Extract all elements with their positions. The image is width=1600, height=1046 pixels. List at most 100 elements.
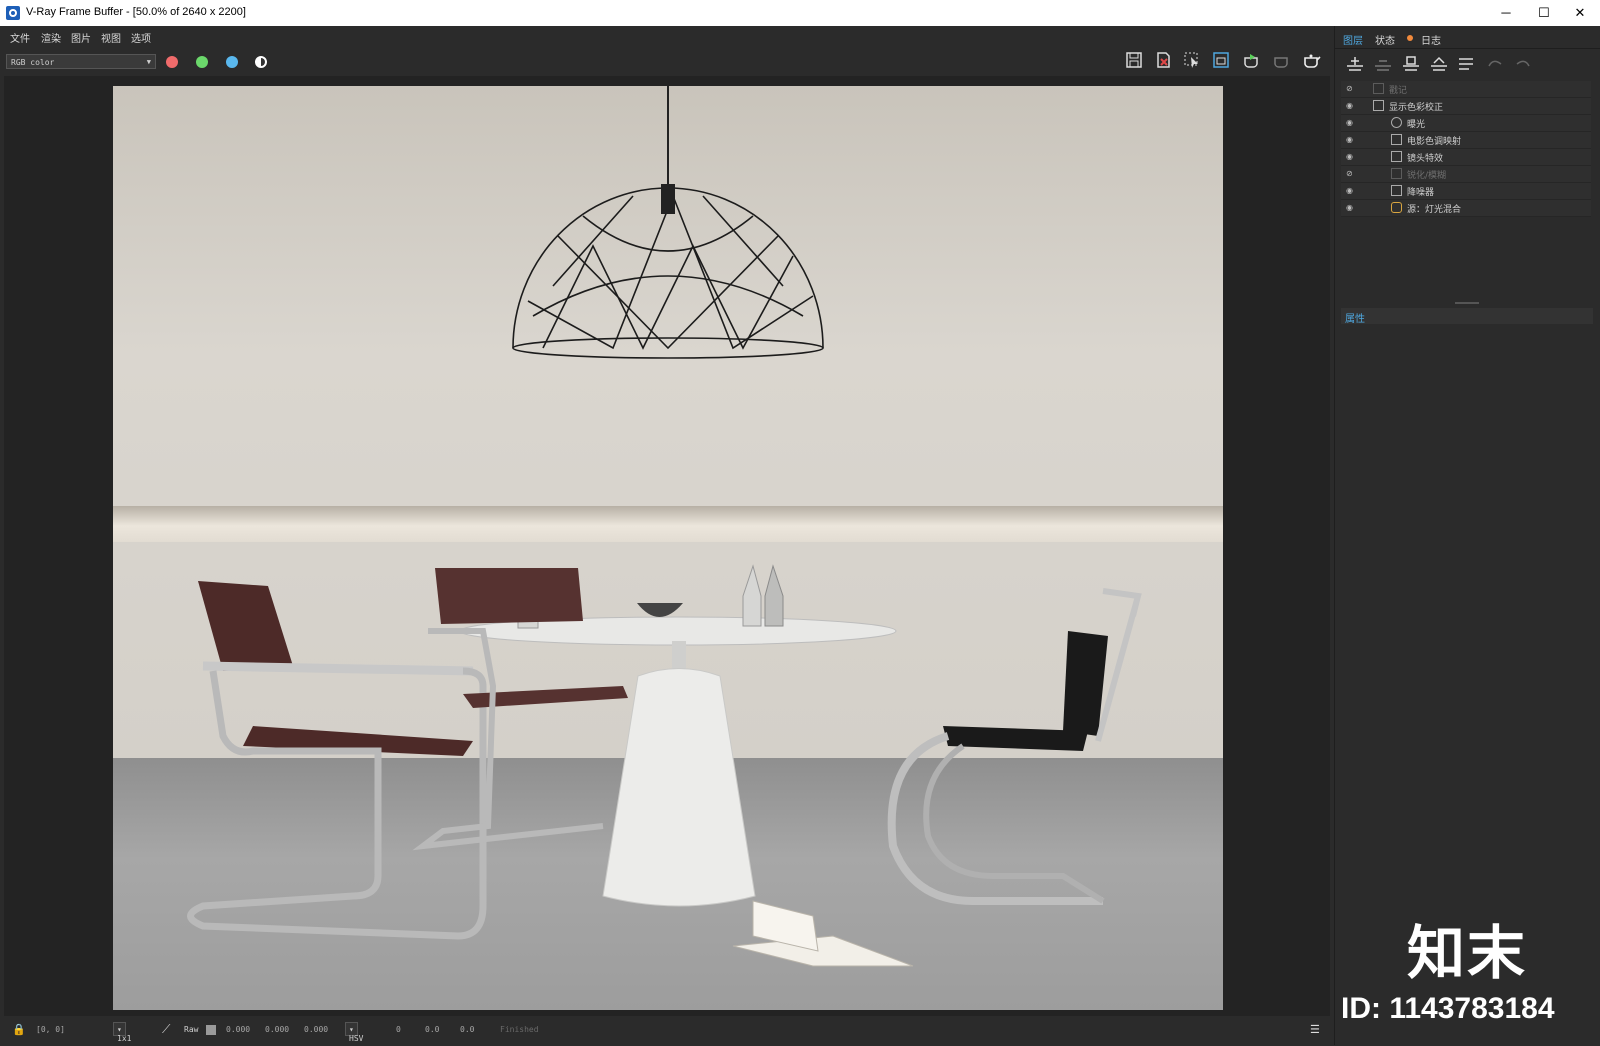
- value-r: 0.000: [226, 1025, 251, 1034]
- lock-icon[interactable]: 🔒: [12, 1023, 26, 1036]
- title-bar: V-Ray Frame Buffer - [50.0% of 2640 x 22…: [0, 0, 1600, 26]
- curve-pick-icon[interactable]: ⟋: [162, 1022, 170, 1037]
- teapot-play-icon: [1244, 54, 1258, 68]
- layer-label: 曝光: [1407, 120, 1426, 130]
- open-book: [732, 935, 914, 967]
- region-render-button[interactable]: [1209, 51, 1233, 73]
- blue-channel-toggle[interactable]: [226, 56, 238, 68]
- render-scene: [187, 86, 1142, 967]
- layer-row-denoiser[interactable]: ◉ 降噪器: [1341, 183, 1591, 200]
- lamp-socket: [661, 184, 675, 214]
- menu-bar: 文件 渲染 图片 视图 选项: [0, 26, 1330, 46]
- menu-options[interactable]: 选项: [131, 30, 151, 45]
- region-icon: [1213, 52, 1229, 68]
- layer-label: 镜头特效: [1407, 154, 1444, 164]
- sharpen-icon: [1391, 168, 1402, 179]
- clear-image-button[interactable]: [1151, 51, 1175, 73]
- layer-row-display-correction[interactable]: ◉ 显示色彩校正: [1341, 98, 1591, 115]
- eye-icon[interactable]: ◉: [1346, 118, 1353, 127]
- layer-row-lens-effects[interactable]: ◉ 镜头特效: [1341, 149, 1591, 166]
- color-mode-select[interactable]: HSV ▾: [345, 1022, 363, 1043]
- eye-icon[interactable]: ◉: [1346, 186, 1353, 195]
- load-layers-icon[interactable]: [1431, 56, 1447, 71]
- denoiser-icon: [1391, 185, 1402, 196]
- undo-icon[interactable]: [1488, 60, 1502, 67]
- layer-row-filmic-tonemap[interactable]: ◉ 电影色调映射: [1341, 132, 1591, 149]
- eye-icon[interactable]: ◉: [1346, 101, 1353, 110]
- layers-panel: 图层 状态 日志 ⊘ 戳记 ◉ 显示色彩校正 ◉ 曝光 ◉ 电影色调映射 ◉ 镜…: [1334, 26, 1600, 1045]
- tab-stats[interactable]: 状态: [1375, 32, 1395, 47]
- bookend-right: [764, 564, 784, 627]
- tab-log[interactable]: 日志: [1421, 32, 1441, 47]
- layer-label: 降噪器: [1407, 188, 1435, 198]
- curve-icon: [1373, 100, 1384, 111]
- hsv-v: 0.0: [460, 1025, 475, 1034]
- toolbar: RGB color ▼: [0, 48, 1330, 76]
- eye-icon[interactable]: ◉: [1346, 135, 1353, 144]
- stop-render-button[interactable]: [1270, 51, 1294, 73]
- channel-select-value: RGB color: [11, 58, 55, 67]
- render-status: Finished: [500, 1025, 539, 1034]
- status-bar: 🔒 [0, 0] 1x1 ▾ ⟋ Raw 0.000 0.000 0.000 H…: [0, 1016, 1330, 1045]
- redo-icon[interactable]: [1516, 60, 1530, 67]
- close-button[interactable]: ✕: [1560, 0, 1600, 26]
- menu-file[interactable]: 文件: [10, 30, 30, 45]
- render-interactive-button[interactable]: [1240, 51, 1264, 73]
- minimize-button[interactable]: ─: [1486, 0, 1526, 26]
- render-button[interactable]: [1300, 51, 1324, 73]
- eye-hidden-icon[interactable]: ⊘: [1346, 84, 1353, 93]
- zoom-select[interactable]: 1x1 ▾: [113, 1022, 131, 1043]
- alpha-icon: [261, 58, 265, 66]
- remove-layer-icon[interactable]: [1375, 60, 1391, 71]
- layer-row-sharpen-blur[interactable]: ⊘ 锐化/模糊: [1341, 166, 1591, 183]
- eye-icon[interactable]: ◉: [1346, 152, 1353, 161]
- lens-effects-icon: [1391, 151, 1402, 162]
- panel-splitter[interactable]: [1455, 302, 1479, 304]
- layer-row-stamp[interactable]: ⊘ 戳记: [1341, 81, 1591, 98]
- teapot-icon: [1304, 54, 1321, 68]
- tab-divider: [1335, 48, 1600, 49]
- eye-icon[interactable]: ◉: [1346, 203, 1353, 212]
- history-icon[interactable]: ☰: [1310, 1023, 1320, 1036]
- alpha-channel-toggle[interactable]: [255, 56, 267, 68]
- value-b: 0.000: [304, 1025, 329, 1034]
- layer-row-exposure[interactable]: ◉ 曝光: [1341, 115, 1591, 132]
- channel-select[interactable]: RGB color ▼: [6, 54, 156, 69]
- save-image-button[interactable]: [1122, 51, 1146, 73]
- add-layer-icon[interactable]: [1347, 57, 1363, 71]
- layer-row-source-lightmix[interactable]: ◉ 源：灯光混合: [1341, 200, 1591, 217]
- hsv-s: 0.0: [425, 1025, 440, 1034]
- chevron-down-icon: ▼: [146, 58, 151, 66]
- maximize-button[interactable]: ☐: [1524, 0, 1564, 26]
- layer-label: 源：灯光混合: [1407, 205, 1462, 215]
- value-g: 0.000: [265, 1025, 290, 1034]
- log-alert-icon: [1407, 35, 1413, 41]
- layer-label: 显示色彩校正: [1389, 103, 1444, 113]
- layer-toolbar: [1345, 54, 1545, 80]
- hsv-h: 0: [396, 1025, 401, 1034]
- menu-image[interactable]: 图片: [71, 30, 91, 45]
- green-channel-toggle[interactable]: [196, 56, 208, 68]
- zoom-value: 1x1: [117, 1034, 132, 1043]
- right-chair: [887, 588, 1142, 905]
- teapot-stop-icon: [1274, 57, 1288, 68]
- rendered-image: [113, 86, 1223, 1010]
- save-icon: [1126, 52, 1142, 68]
- lightmix-icon: [1391, 202, 1402, 213]
- menu-render[interactable]: 渲染: [41, 30, 61, 45]
- tab-layers[interactable]: 图层: [1343, 32, 1363, 47]
- watermark-brand: 知末: [1407, 921, 1528, 986]
- properties-header: 属性: [1341, 308, 1593, 325]
- stamp-icon: [1373, 83, 1384, 94]
- red-channel-toggle[interactable]: [166, 56, 178, 68]
- bookend-left: [742, 564, 762, 627]
- middle-chair: [412, 568, 628, 851]
- layer-list-icon[interactable]: [1459, 58, 1473, 70]
- eye-hidden-icon[interactable]: ⊘: [1346, 169, 1353, 178]
- track-mouse-button[interactable]: [1180, 51, 1204, 73]
- save-layers-icon[interactable]: [1403, 56, 1419, 71]
- menu-view[interactable]: 视图: [101, 30, 121, 45]
- watermark-id: ID: 1143783184: [1341, 992, 1555, 1025]
- layer-label: 锐化/模糊: [1407, 171, 1447, 181]
- color-mode-value: HSV: [349, 1034, 364, 1043]
